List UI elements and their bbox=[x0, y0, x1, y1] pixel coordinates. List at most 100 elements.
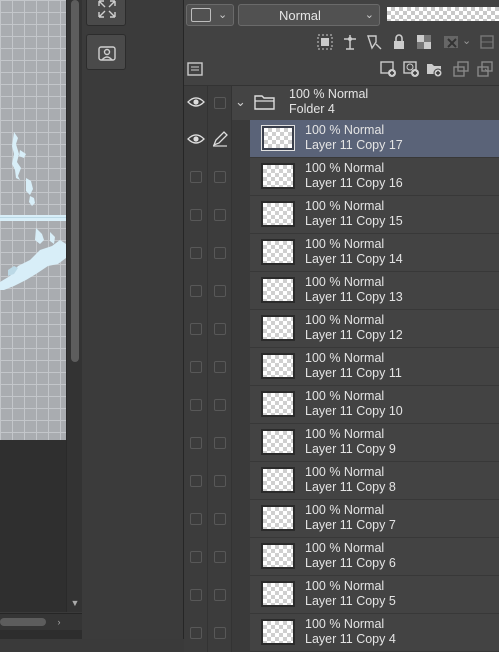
edit-target-toggle[interactable] bbox=[208, 462, 232, 500]
ruler-disabled-icon[interactable] bbox=[478, 33, 496, 51]
edit-target-toggle[interactable] bbox=[208, 158, 232, 196]
edit-target-toggle[interactable] bbox=[208, 196, 232, 234]
checkbox[interactable] bbox=[190, 323, 202, 335]
checkbox[interactable] bbox=[214, 97, 226, 109]
new-folder-icon[interactable] bbox=[425, 60, 443, 78]
layer-body[interactable]: 100 % Normal Layer 11 Copy 10 bbox=[250, 386, 499, 424]
blend-mode-select[interactable]: Normal ⌄ bbox=[238, 4, 380, 26]
layer-body[interactable]: 100 % Normal Layer 11 Copy 7 bbox=[250, 500, 499, 538]
visibility-toggle[interactable] bbox=[184, 158, 208, 196]
visibility-toggle[interactable] bbox=[184, 614, 208, 652]
layer-body[interactable]: 100 % Normal Layer 11 Copy 8 bbox=[250, 462, 499, 500]
layer-row[interactable]: 100 % Normal Layer 11 Copy 8 bbox=[184, 462, 499, 500]
chevron-down-icon[interactable]: ⌄ bbox=[462, 34, 471, 47]
layer-row[interactable]: 100 % Normal Layer 11 Copy 14 bbox=[184, 234, 499, 272]
edit-target-toggle[interactable] bbox=[208, 348, 232, 386]
horizontal-scroll-thumb[interactable] bbox=[0, 618, 46, 626]
layer-row[interactable]: 100 % Normal Layer 11 Copy 7 bbox=[184, 500, 499, 538]
checkbox[interactable] bbox=[214, 589, 226, 601]
visibility-toggle[interactable] bbox=[184, 310, 208, 348]
checkbox[interactable] bbox=[190, 627, 202, 639]
edit-target-toggle[interactable] bbox=[208, 500, 232, 538]
layer-body[interactable]: 100 % Normal Layer 11 Copy 12 bbox=[250, 310, 499, 348]
canvas-page[interactable] bbox=[0, 0, 66, 440]
checkbox[interactable] bbox=[214, 399, 226, 411]
transfer-below-icon[interactable] bbox=[452, 60, 470, 78]
visibility-toggle[interactable] bbox=[184, 272, 208, 310]
layer-row[interactable]: 100 % Normal Layer 11 Copy 5 bbox=[184, 576, 499, 614]
clip-layer-icon[interactable] bbox=[316, 33, 334, 51]
folder-body[interactable]: ⌄ 100 % Normal Folder 4 bbox=[232, 86, 499, 120]
edit-target-toggle[interactable] bbox=[208, 576, 232, 614]
visibility-toggle[interactable] bbox=[184, 500, 208, 538]
checkbox[interactable] bbox=[214, 475, 226, 487]
checkbox[interactable] bbox=[214, 247, 226, 259]
layer-row[interactable]: 100 % Normal Layer 11 Copy 6 bbox=[184, 538, 499, 576]
folder-row[interactable]: ⌄ 100 % Normal Folder 4 bbox=[184, 86, 499, 120]
visibility-toggle[interactable] bbox=[184, 424, 208, 462]
visibility-toggle[interactable] bbox=[184, 386, 208, 424]
mask-disabled-icon[interactable] bbox=[442, 33, 460, 51]
checkbox[interactable] bbox=[214, 437, 226, 449]
checkbox[interactable] bbox=[214, 361, 226, 373]
lock-transparency-icon[interactable] bbox=[415, 33, 433, 51]
scroll-down-icon[interactable]: ▼ bbox=[68, 596, 82, 610]
layer-row[interactable]: 100 % Normal Layer 11 Copy 11 bbox=[184, 348, 499, 386]
checkbox[interactable] bbox=[190, 589, 202, 601]
edit-target-toggle[interactable] bbox=[208, 386, 232, 424]
checkbox[interactable] bbox=[190, 437, 202, 449]
layer-row[interactable]: 100 % Normal Layer 11 Copy 17 bbox=[184, 120, 499, 158]
layer-body[interactable]: 100 % Normal Layer 11 Copy 4 bbox=[250, 614, 499, 652]
layer-body[interactable]: 100 % Normal Layer 11 Copy 14 bbox=[250, 234, 499, 272]
edit-target-toggle[interactable] bbox=[208, 614, 232, 652]
checkbox[interactable] bbox=[214, 627, 226, 639]
checkbox[interactable] bbox=[214, 551, 226, 563]
checkbox[interactable] bbox=[214, 513, 226, 525]
layer-body[interactable]: 100 % Normal Layer 11 Copy 13 bbox=[250, 272, 499, 310]
edit-target-toggle[interactable] bbox=[208, 310, 232, 348]
layer-body[interactable]: 100 % Normal Layer 11 Copy 15 bbox=[250, 196, 499, 234]
checkbox[interactable] bbox=[190, 475, 202, 487]
layer-row[interactable]: 100 % Normal Layer 11 Copy 13 bbox=[184, 272, 499, 310]
checkbox[interactable] bbox=[190, 551, 202, 563]
new-vector-layer-icon[interactable] bbox=[402, 60, 420, 78]
layer-row[interactable]: 100 % Normal Layer 11 Copy 16 bbox=[184, 158, 499, 196]
layer-body[interactable]: 100 % Normal Layer 11 Copy 11 bbox=[250, 348, 499, 386]
layer-body[interactable]: 100 % Normal Layer 11 Copy 17 bbox=[250, 120, 499, 158]
layer-body[interactable]: 100 % Normal Layer 11 Copy 5 bbox=[250, 576, 499, 614]
edit-target-toggle[interactable] bbox=[208, 538, 232, 576]
lock-icon[interactable] bbox=[390, 33, 408, 51]
edit-target-toggle[interactable] bbox=[208, 86, 232, 120]
vertical-scroll-thumb[interactable] bbox=[71, 0, 79, 362]
vertical-scrollbar[interactable]: ▼ bbox=[66, 0, 83, 612]
checkbox[interactable] bbox=[190, 513, 202, 525]
layer-color-button[interactable]: ⌄ bbox=[186, 4, 234, 26]
merge-below-icon[interactable] bbox=[476, 60, 494, 78]
edit-target-toggle[interactable] bbox=[208, 234, 232, 272]
checkbox[interactable] bbox=[190, 171, 202, 183]
layer-row[interactable]: 100 % Normal Layer 11 Copy 12 bbox=[184, 310, 499, 348]
fit-screen-button[interactable] bbox=[86, 0, 126, 26]
checkbox[interactable] bbox=[190, 285, 202, 297]
checkbox[interactable] bbox=[214, 171, 226, 183]
new-raster-layer-icon[interactable] bbox=[379, 60, 397, 78]
visibility-toggle[interactable] bbox=[184, 576, 208, 614]
checkbox[interactable] bbox=[190, 247, 202, 259]
visibility-toggle[interactable] bbox=[184, 196, 208, 234]
visibility-toggle[interactable] bbox=[184, 538, 208, 576]
checkbox[interactable] bbox=[214, 323, 226, 335]
checkbox[interactable] bbox=[214, 285, 226, 297]
layer-row[interactable]: 100 % Normal Layer 11 Copy 9 bbox=[184, 424, 499, 462]
layer-menu-icon[interactable] bbox=[186, 60, 204, 78]
layer-body[interactable]: 100 % Normal Layer 11 Copy 16 bbox=[250, 158, 499, 196]
horizontal-scrollbar[interactable]: › bbox=[0, 613, 82, 630]
edit-target-toggle[interactable] bbox=[208, 272, 232, 310]
checkbox[interactable] bbox=[190, 209, 202, 221]
layer-body[interactable]: 100 % Normal Layer 11 Copy 9 bbox=[250, 424, 499, 462]
checkbox[interactable] bbox=[190, 361, 202, 373]
draft-layer-icon[interactable] bbox=[365, 33, 383, 51]
edit-target-toggle[interactable] bbox=[208, 120, 232, 158]
layer-row[interactable]: 100 % Normal Layer 11 Copy 10 bbox=[184, 386, 499, 424]
checkbox[interactable] bbox=[190, 399, 202, 411]
canvas-area[interactable] bbox=[0, 0, 66, 612]
